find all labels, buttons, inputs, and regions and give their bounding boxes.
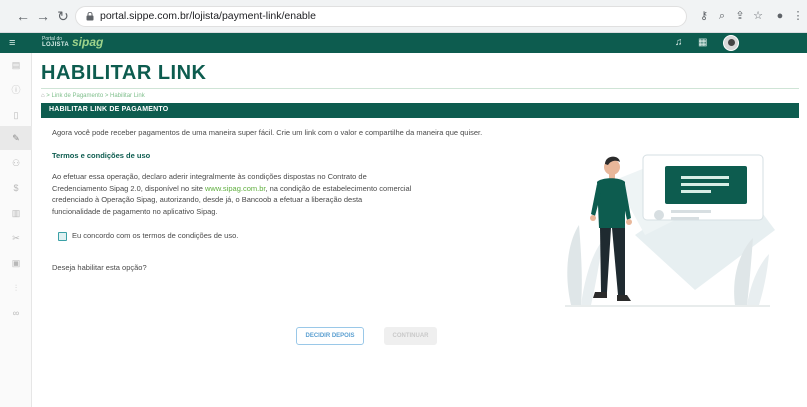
page-title: HABILITAR LINK (41, 62, 207, 84)
share-icon[interactable]: ⇪ (733, 8, 747, 24)
zoom-icon[interactable]: ⌕ (715, 8, 729, 24)
brand-line-2: LOJISTA (42, 42, 69, 48)
mobile-icon[interactable]: ▯ (0, 103, 32, 127)
profile-icon[interactable]: ● (773, 8, 787, 24)
terms-text: Ao efetuar essa operação, declaro aderir… (52, 171, 412, 217)
database-icon[interactable]: ▣ (0, 251, 32, 275)
users-icon[interactable]: ⚇ (0, 151, 32, 175)
apps-grid-icon[interactable]: ▦ (698, 37, 707, 49)
address-bar[interactable]: portal.sippe.com.br/lojista/payment-link… (75, 6, 687, 27)
section-title: HABILITAR LINK DE PAGAMENTO (49, 106, 169, 113)
decide-later-button[interactable]: DECIDIR DEPOIS (296, 327, 364, 345)
dollar-icon[interactable]: $ (0, 176, 32, 200)
sliders-icon[interactable]: ⫶ (0, 276, 32, 300)
reload-icon[interactable]: ↻ (54, 7, 72, 25)
agree-terms-checkbox[interactable] (58, 232, 67, 241)
storefront-icon[interactable]: ▤ (0, 53, 32, 77)
avatar[interactable] (723, 35, 739, 51)
sipag-site-link[interactable]: www.sipag.com.br (205, 184, 265, 193)
terms-title: Termos e condições de uso (52, 151, 151, 160)
intro-text: Agora você pode receber pagamentos de um… (52, 128, 483, 137)
sidebar: ▤ ⓘ ▯ ✎ ⚇ $ ▥ ✂ ▣ ⫶ ∞ (0, 53, 32, 407)
info-icon[interactable]: ⓘ (0, 78, 32, 102)
brand-portal-label: Portal do LOJISTA (42, 36, 69, 48)
link-icon[interactable]: ∞ (0, 301, 32, 325)
key-icon[interactable]: ⚷ (697, 8, 711, 24)
continue-button[interactable]: CONTINUAR (384, 327, 437, 345)
menu-kebab-icon[interactable]: ⋮ (791, 8, 805, 24)
section-header: HABILITAR LINK DE PAGAMENTO (41, 103, 799, 118)
lock-icon (86, 12, 94, 21)
app-header: ≡ Portal do LOJISTA sipag ♫ ▦ (0, 33, 807, 53)
hamburger-menu-icon[interactable]: ≡ (9, 37, 15, 49)
document-icon[interactable]: ▥ (0, 201, 32, 225)
breadcrumb: ⌂ > Link de Pagamento > Habilitar Link (41, 93, 145, 99)
home-icon[interactable]: ⌂ (41, 93, 45, 99)
forward-icon[interactable]: → (34, 7, 52, 25)
title-divider (41, 88, 799, 89)
person-with-screen-illustration (565, 154, 775, 307)
browser-toolbar: ← → ↻ portal.sippe.com.br/lojista/paymen… (0, 0, 807, 33)
tools-icon[interactable]: ✂ (0, 226, 32, 250)
url-text[interactable]: portal.sippe.com.br/lojista/payment-link… (100, 10, 316, 22)
sipag-logo[interactable]: sipag (72, 35, 103, 50)
bell-icon[interactable]: ♫ (675, 37, 683, 49)
agree-terms-label[interactable]: Eu concordo com os termos de condições d… (72, 231, 238, 240)
breadcrumb-item-payment-link[interactable]: Link de Pagamento (51, 93, 103, 99)
pencil-icon[interactable]: ✎ (0, 126, 32, 150)
breadcrumb-item-enable-link: Habilitar Link (110, 93, 145, 99)
enable-question: Deseja habilitar esta opção? (52, 263, 147, 272)
back-icon[interactable]: ← (14, 7, 32, 25)
bookmark-star-icon[interactable]: ☆ (751, 8, 765, 24)
